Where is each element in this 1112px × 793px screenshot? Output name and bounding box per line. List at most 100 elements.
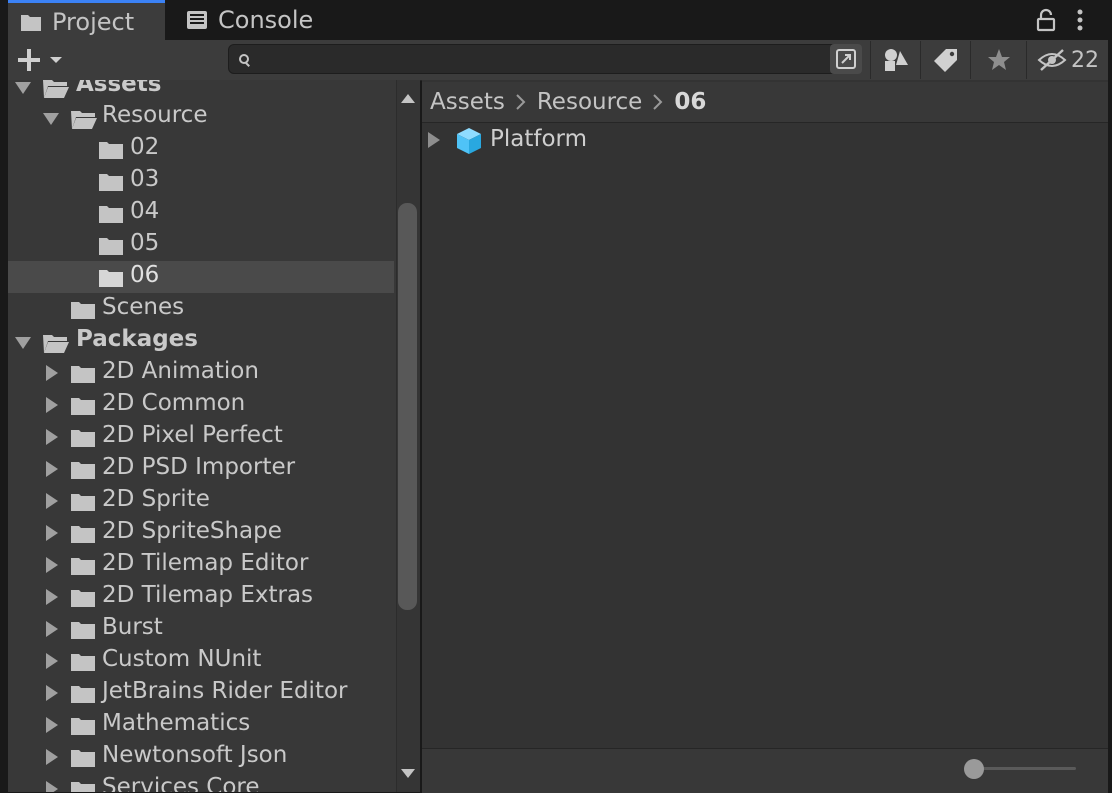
tree-item-package[interactable]: Services Core [8,773,394,792]
breadcrumb: Assets Resource 06 [422,82,1108,123]
expand-arrow-icon[interactable] [46,717,58,733]
lock-icon[interactable] [1036,8,1056,32]
folder-icon [71,558,95,575]
expand-arrow-icon[interactable] [46,685,58,701]
tree-item-package[interactable]: 2D Pixel Perfect [8,421,394,453]
tree-item-package[interactable]: 2D Sprite [8,485,394,517]
folder-icon [71,398,95,415]
tree-item-package[interactable]: JetBrains Rider Editor [8,677,394,709]
tree-item-packages[interactable]: Packages [8,325,394,357]
tree-item-package[interactable]: 2D PSD Importer [8,453,394,485]
breadcrumb-current: 06 [674,89,707,115]
expand-arrow-icon[interactable] [46,461,58,477]
tree-label: 04 [130,198,160,224]
shapes-icon [885,49,908,71]
tree-label: Newtonsoft Json [102,742,288,768]
expand-arrow-icon[interactable] [15,337,31,349]
folder-icon [71,718,95,735]
prefab-cube-icon [457,128,481,154]
tree-item-resource[interactable]: Resource [8,101,394,133]
favorites-button[interactable] [970,41,1027,79]
search-icon [239,54,250,67]
folder-open-icon [71,111,97,129]
tree-item-package[interactable]: 2D Animation [8,357,394,389]
tree-item-assets[interactable]: Assets [8,80,394,102]
tree-item-package[interactable]: 2D Common [8,389,394,421]
folder-icon [71,686,95,703]
tree-item-03[interactable]: 03 [8,165,394,197]
tree-item-package[interactable]: 2D Tilemap Extras [8,581,394,613]
expand-arrow-icon[interactable] [428,132,440,148]
chevron-right-icon [516,94,526,110]
folder-icon [71,622,95,639]
expand-arrow-icon[interactable] [46,621,58,637]
tab-console-label: Console [218,6,314,34]
folder-icon [99,174,123,191]
console-icon [187,11,207,29]
expand-arrow-icon[interactable] [46,589,58,605]
tab-console[interactable]: Console [172,0,346,40]
expand-arrow-icon[interactable] [46,557,58,573]
search-input[interactable] [228,44,860,74]
tree-item-package[interactable]: 2D Tilemap Editor [8,549,394,581]
tree-label: Burst [102,614,163,640]
breadcrumb-item[interactable]: Resource [537,89,642,115]
expand-arrow-icon[interactable] [46,653,58,669]
scroll-down-icon[interactable] [400,768,416,780]
tree-item-package[interactable]: Burst [8,613,394,645]
tree-label: 06 [130,262,160,288]
tree-label: Scenes [102,294,185,320]
tree-item-06-selected[interactable]: 06 [8,261,394,293]
plus-icon [18,49,40,71]
tree-label: 2D PSD Importer [102,454,296,480]
tab-project-label: Project [52,7,135,36]
tag-icon [934,49,957,72]
icon-size-slider-track[interactable] [976,767,1076,770]
tree-item-package[interactable]: Mathematics [8,709,394,741]
tree-item-package[interactable]: Custom NUnit [8,645,394,677]
expand-arrow-icon[interactable] [43,113,59,125]
folder-open-icon [43,80,69,98]
folder-icon [21,14,41,31]
expand-arrow-icon[interactable] [46,429,58,445]
expand-arrow-icon[interactable] [46,365,58,381]
folder-icon [71,494,95,511]
tree-item-02[interactable]: 02 [8,133,394,165]
breadcrumb-item[interactable]: Assets [430,89,505,115]
filter-by-label-button[interactable] [920,41,971,79]
icon-size-slider-thumb[interactable] [964,759,984,779]
folder-icon [71,462,95,479]
chevron-down-icon [50,57,62,63]
hidden-packages-button[interactable]: 22 [1026,41,1109,79]
scrollbar-thumb[interactable] [398,203,417,610]
tree-label: Assets [76,80,162,97]
expand-arrow-icon[interactable] [15,82,31,94]
tree-item-package[interactable]: 2D SpriteShape [8,517,394,549]
asset-item-platform[interactable]: Platform [422,124,1108,156]
expand-arrow-icon[interactable] [46,781,58,792]
tree-label: 2D SpriteShape [102,518,282,544]
expand-arrow-icon[interactable] [46,749,58,765]
create-button[interactable] [16,44,72,76]
hidden-count: 22 [1071,47,1099,73]
expand-arrow-icon[interactable] [46,525,58,541]
tree-item-package[interactable]: Newtonsoft Json [8,741,394,773]
expand-arrow-icon[interactable] [46,493,58,509]
more-menu-icon[interactable] [1074,8,1086,32]
folder-icon [71,590,95,607]
tree-item-scenes[interactable]: Scenes [8,293,394,325]
tree-item-04[interactable]: 04 [8,197,394,229]
expand-arrow-icon[interactable] [46,397,58,413]
folder-icon [99,142,123,159]
folder-icon [99,206,123,223]
scroll-up-icon[interactable] [400,92,416,104]
eye-slash-icon [1037,49,1067,71]
tab-project[interactable]: Project [8,0,165,40]
tree-label: 05 [130,230,160,256]
tree-label: 2D Sprite [102,486,210,512]
filter-by-type-button[interactable] [870,41,921,79]
search-scope-button[interactable] [830,44,862,74]
tree-item-05[interactable]: 05 [8,229,394,261]
folder-icon [99,238,123,255]
open-external-icon [836,49,856,69]
